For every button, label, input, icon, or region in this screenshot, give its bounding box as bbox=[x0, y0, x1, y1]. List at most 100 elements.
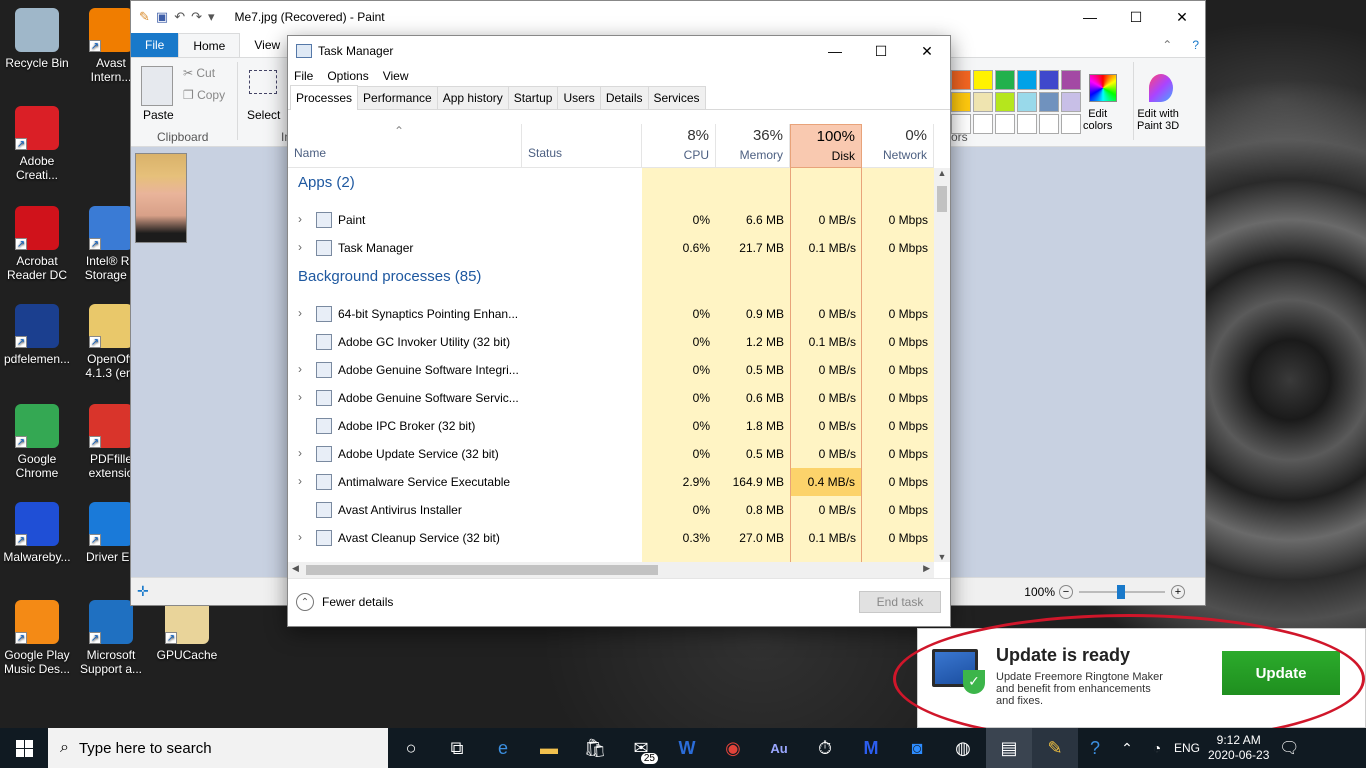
tm-maximize-button[interactable]: ☐ bbox=[858, 36, 904, 66]
process-list[interactable]: Apps (2) › Paint 0% 6.6 MB 0 MB/s 0 Mbps › Task … bbox=[288, 168, 934, 562]
palette-swatch[interactable] bbox=[973, 114, 993, 134]
cut-button[interactable]: ✂ Cut bbox=[183, 66, 215, 80]
memory-column-header[interactable]: 36% Memory bbox=[716, 124, 790, 168]
palette-swatch[interactable] bbox=[1039, 114, 1059, 134]
canvas-image[interactable] bbox=[135, 153, 187, 243]
paint-taskbar-icon[interactable]: ✎ bbox=[1032, 728, 1078, 768]
desktop-icon[interactable]: ↗ Google Chrome bbox=[0, 404, 74, 480]
close-button[interactable]: ✕ bbox=[1159, 2, 1205, 32]
zoom-out-button[interactable]: − bbox=[1059, 584, 1073, 599]
palette-swatch[interactable] bbox=[995, 92, 1015, 112]
scroll-left-icon[interactable]: ◀ bbox=[292, 563, 299, 574]
expand-chevron-icon[interactable]: › bbox=[298, 390, 302, 404]
palette-swatch[interactable] bbox=[1061, 70, 1081, 90]
minimize-button[interactable]: — bbox=[1067, 2, 1113, 32]
process-row[interactable]: Avast Antivirus Installer 0% 0.8 MB 0 MB/s 0… bbox=[288, 496, 934, 524]
expand-chevron-icon[interactable]: › bbox=[298, 306, 302, 320]
desktop-icon[interactable]: ↗ Malwareby... bbox=[0, 502, 74, 564]
start-button[interactable] bbox=[0, 728, 48, 768]
zoom-slider[interactable] bbox=[1079, 584, 1165, 599]
help-circle-icon[interactable]: ? bbox=[1078, 728, 1112, 768]
vertical-scroll-thumb[interactable] bbox=[937, 186, 947, 212]
palette-swatch[interactable] bbox=[1017, 114, 1037, 134]
mail-icon[interactable]: ✉ 25 bbox=[618, 728, 664, 768]
process-row[interactable]: › Adobe Genuine Software Integri... 0% 0.5 … bbox=[288, 356, 934, 384]
paste-button[interactable]: Paste bbox=[143, 108, 174, 122]
redo-icon[interactable]: ↷ bbox=[191, 9, 202, 25]
chrome-icon[interactable]: ◉ bbox=[710, 728, 756, 768]
clock[interactable]: 9:12 AM 2020-06-23 bbox=[1208, 733, 1269, 763]
tab-file[interactable]: File bbox=[131, 33, 179, 57]
palette-swatch[interactable] bbox=[973, 70, 993, 90]
palette-swatch[interactable] bbox=[1061, 92, 1081, 112]
process-row[interactable]: › 64-bit Synaptics Pointing Enhan... 0% 0.9… bbox=[288, 300, 934, 328]
desktop-icon[interactable]: ↗ Google Play Music Des... bbox=[0, 600, 74, 676]
edit-colors-icon[interactable] bbox=[1089, 74, 1117, 102]
palette-swatch[interactable] bbox=[951, 70, 971, 90]
file-explorer-icon[interactable]: ▬ bbox=[526, 728, 572, 768]
process-row[interactable]: › Paint 0% 6.6 MB 0 MB/s 0 Mbps bbox=[288, 206, 934, 234]
fewer-details-link[interactable]: Fewer details bbox=[322, 595, 393, 609]
process-row[interactable]: Adobe GC Invoker Utility (32 bit) 0% 1.2 M… bbox=[288, 328, 934, 356]
desktop-icon[interactable]: ↗ Acrobat Reader DC bbox=[0, 206, 74, 282]
tm-menu-options[interactable]: Options bbox=[327, 69, 368, 83]
desktop-icon[interactable]: ↗ Adobe Creati... bbox=[0, 106, 74, 182]
end-task-button[interactable]: End task bbox=[859, 591, 941, 613]
zoom-icon[interactable]: ◙ bbox=[894, 728, 940, 768]
fewer-details-icon[interactable]: ⌃ bbox=[296, 593, 314, 611]
tab-startup[interactable]: Startup bbox=[507, 86, 559, 109]
audition-icon[interactable]: Au bbox=[756, 728, 802, 768]
process-row[interactable]: › Adobe Genuine Software Servic... 0% 0.6 M… bbox=[288, 384, 934, 412]
expand-chevron-icon[interactable]: › bbox=[298, 362, 302, 376]
palette-swatch[interactable] bbox=[1017, 92, 1037, 112]
action-center-icon[interactable]: 🗨 bbox=[1269, 728, 1309, 768]
palette-swatch[interactable] bbox=[951, 92, 971, 112]
zoom-in-button[interactable]: + bbox=[1171, 584, 1185, 599]
palette-swatch[interactable] bbox=[1039, 92, 1059, 112]
palette-swatch[interactable] bbox=[995, 70, 1015, 90]
vertical-scrollbar[interactable]: ▲ ▼ bbox=[934, 168, 950, 562]
process-row[interactable]: › Task Manager 0.6% 21.7 MB 0.1 MB/s 0 Mbps bbox=[288, 234, 934, 262]
tab-processes[interactable]: Processes bbox=[290, 85, 359, 110]
tab-home[interactable]: Home bbox=[178, 33, 241, 57]
tm-minimize-button[interactable]: — bbox=[812, 36, 858, 66]
show-hidden-icons[interactable]: ⌃ bbox=[1112, 728, 1142, 768]
tm-close-button[interactable]: ✕ bbox=[904, 36, 950, 66]
palette-swatch[interactable] bbox=[995, 114, 1015, 134]
edge-icon[interactable]: e bbox=[480, 728, 526, 768]
disk-column-header[interactable]: 100% Disk bbox=[790, 124, 862, 168]
horizontal-scroll-thumb[interactable] bbox=[306, 565, 658, 575]
desktop-icon[interactable]: ↗ GPUCache bbox=[150, 600, 224, 662]
task-manager-window[interactable]: Task Manager — ☐ ✕ File Options View Proce… bbox=[287, 35, 951, 627]
palette-swatch[interactable] bbox=[1039, 70, 1059, 90]
process-row[interactable]: › Adobe Update Service (32 bit) 0% 0.5 MB 0 … bbox=[288, 440, 934, 468]
palette-swatch[interactable] bbox=[1061, 114, 1081, 134]
tab-services[interactable]: Services bbox=[647, 86, 706, 109]
tab-users[interactable]: Users bbox=[557, 86, 601, 109]
edit-colors-button[interactable]: Edit colors bbox=[1083, 108, 1112, 132]
select-button[interactable]: Select bbox=[247, 108, 280, 122]
expand-chevron-icon[interactable]: › bbox=[298, 474, 302, 488]
task-view-icon[interactable]: ⧉ bbox=[434, 728, 480, 768]
tm-titlebar[interactable]: Task Manager — ☐ ✕ bbox=[288, 36, 950, 66]
word-icon[interactable]: W bbox=[664, 728, 710, 768]
tm-menu-view[interactable]: View bbox=[383, 69, 409, 83]
name-column-header[interactable]: Name bbox=[288, 124, 522, 168]
paint3d-icon[interactable] bbox=[1149, 74, 1173, 102]
zoom-slider-thumb[interactable] bbox=[1117, 584, 1125, 599]
scroll-up-icon[interactable]: ▲ bbox=[934, 168, 950, 178]
paste-icon[interactable] bbox=[141, 66, 173, 106]
desktop-icon[interactable]: ↗ Microsoft Support a... bbox=[74, 600, 148, 676]
process-row[interactable]: › Avast Cleanup Service (32 bit) 0.3% 27.0 … bbox=[288, 524, 934, 552]
task-manager-taskbar-icon[interactable]: ▤ bbox=[986, 728, 1032, 768]
malwarebytes-icon[interactable]: M bbox=[848, 728, 894, 768]
customize-qat-icon[interactable]: ▾ bbox=[208, 9, 215, 25]
tab-app-history[interactable]: App history bbox=[436, 86, 509, 109]
help-icon[interactable]: ? bbox=[1186, 33, 1205, 57]
language-indicator[interactable]: ENG bbox=[1172, 741, 1202, 755]
collapse-ribbon-icon[interactable]: ⌃ bbox=[1148, 33, 1186, 57]
status-column-header[interactable]: Status bbox=[522, 124, 642, 168]
stopwatch-icon[interactable]: ⏱ bbox=[802, 728, 848, 768]
maximize-button[interactable]: ☐ bbox=[1113, 2, 1159, 32]
horizontal-scrollbar[interactable]: ◀ ▶ bbox=[288, 562, 934, 578]
